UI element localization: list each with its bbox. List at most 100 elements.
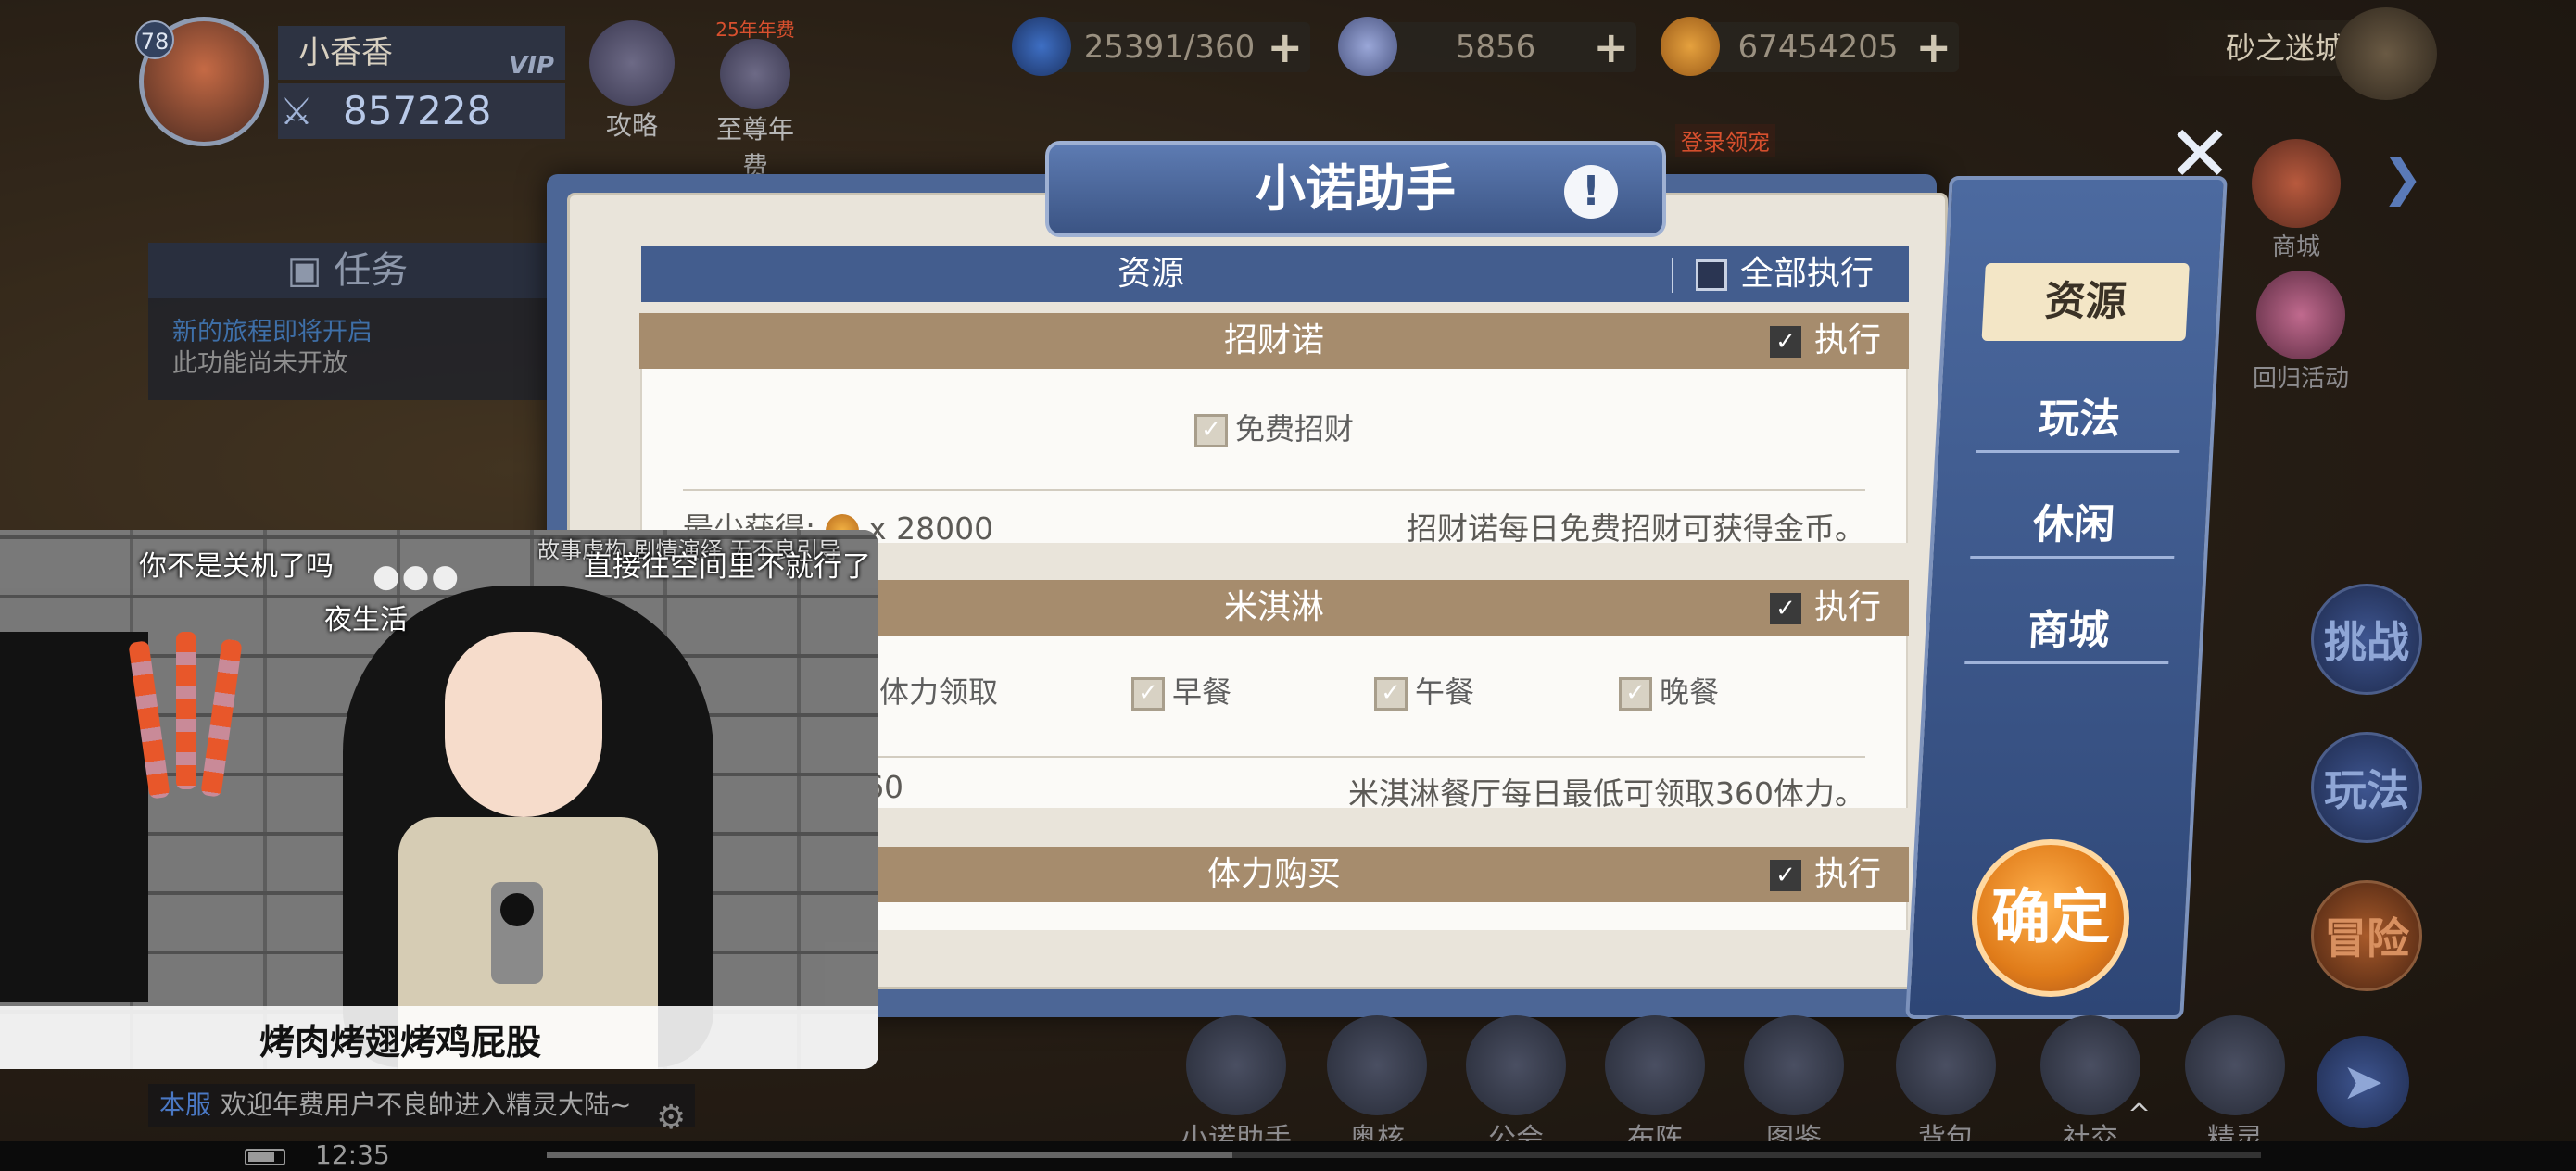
lunch-checkbox[interactable]: ✓ bbox=[1374, 677, 1408, 711]
resource-header-label: 资源 bbox=[1117, 255, 1184, 293]
gear-icon[interactable]: ⚙ bbox=[656, 1099, 686, 1137]
energy-counter[interactable]: 25391/360 + bbox=[1012, 17, 1310, 76]
min-gain-value: x 28000 bbox=[868, 510, 994, 547]
tab-gameplay[interactable]: 玩法 bbox=[1976, 385, 2183, 445]
quest-title: ▣ 任务 bbox=[148, 243, 547, 298]
annual-pass-badge: 25年年费 bbox=[715, 19, 795, 41]
login-reward-badge: 登录领宠 bbox=[1675, 124, 1775, 157]
bottom-nav-bag[interactable]: 背包 bbox=[1890, 1015, 2001, 1156]
assistant-icon bbox=[1186, 1015, 1286, 1115]
video-progress-fill bbox=[547, 1152, 1232, 1158]
bottom-nav-assistant[interactable]: 小诺助手 bbox=[1171, 1015, 1301, 1156]
execute-all-toggle[interactable]: 全部执行 bbox=[1696, 246, 1874, 302]
section-execute-checkbox[interactable]: ✓ bbox=[1769, 326, 1801, 358]
quest-line-1: 新的旅程即将开启 bbox=[172, 318, 373, 346]
free-fortune-option[interactable]: ✓ 免费招财 bbox=[1194, 406, 1354, 448]
lunch-option[interactable]: ✓ 午餐 bbox=[1374, 669, 1474, 711]
tab-shop[interactable]: 商城 bbox=[1965, 597, 2172, 656]
player-info[interactable]: 78 小香香 VIP 857228 ⚔ bbox=[135, 17, 565, 146]
caption-text: 烤肉烤翅烤鸡屁股 bbox=[259, 1022, 542, 1063]
skewer-icon bbox=[176, 632, 196, 789]
quest-title-text: 任务 bbox=[334, 249, 409, 292]
diamond-value: 5856 bbox=[1455, 29, 1536, 66]
breakfast-checkbox[interactable]: ✓ bbox=[1131, 677, 1165, 711]
section-execute-checkbox[interactable]: ✓ bbox=[1769, 860, 1801, 891]
player-name-plate: 小香香 VIP bbox=[278, 26, 565, 80]
confirm-button[interactable]: 确定 bbox=[1972, 839, 2129, 997]
bottom-nav-aohe[interactable]: 奥核 bbox=[1321, 1015, 1433, 1156]
quest-panel[interactable]: ▣ 任务 新的旅程即将开启 此功能尚未开放 bbox=[148, 243, 547, 400]
shop-shortcut-label: 商城 bbox=[2271, 233, 2320, 261]
add-energy-button[interactable]: + bbox=[1267, 22, 1303, 72]
return-event-shortcut[interactable]: 回归活动 bbox=[2241, 271, 2361, 394]
face bbox=[445, 632, 602, 817]
bottom-nav-codex[interactable]: 图鉴 bbox=[1738, 1015, 1850, 1156]
dinner-option[interactable]: ✓ 晚餐 bbox=[1619, 669, 1719, 711]
dark-shelf bbox=[0, 632, 148, 1002]
section-execute-toggle[interactable]: ✓ 执行 bbox=[1769, 580, 1881, 636]
bottom-nav-guild[interactable]: 公会 bbox=[1460, 1015, 1572, 1156]
execute-all-checkbox[interactable] bbox=[1696, 259, 1727, 291]
annual-pass-icon bbox=[720, 39, 790, 109]
subtitle-middle: 夜生活 bbox=[324, 604, 408, 636]
section-note: 米淇淋餐厅每日最低可领取360体力。 bbox=[1348, 775, 1865, 812]
diamond-icon bbox=[1338, 17, 1397, 76]
section-execute-toggle[interactable]: ✓ 执行 bbox=[1769, 847, 1881, 902]
expand-arrow-icon[interactable]: ❯ bbox=[2381, 148, 2423, 207]
bottom-nav-social[interactable]: 社交 bbox=[2035, 1015, 2146, 1156]
resource-header: 资源 全部执行 bbox=[641, 246, 1909, 302]
challenge-button[interactable]: 挑战 bbox=[2311, 584, 2422, 695]
section-execute-toggle[interactable]: ✓ 执行 bbox=[1769, 313, 1881, 369]
tab-resources[interactable]: 资源 bbox=[1981, 263, 2190, 341]
guide-label: 攻略 bbox=[605, 110, 658, 141]
bottom-nav-spirit[interactable]: 精灵 bbox=[2179, 1015, 2291, 1156]
shop-shortcut[interactable]: 商城 bbox=[2241, 139, 2352, 262]
typing-dots: ●●● bbox=[373, 558, 461, 595]
shop-icon bbox=[2252, 139, 2341, 228]
section-title: 米淇淋 bbox=[1223, 588, 1324, 626]
subtitle-top-right: 直接往空间里不就行了 bbox=[584, 550, 871, 584]
location-map-icon[interactable] bbox=[2335, 7, 2437, 100]
free-fortune-checkbox[interactable]: ✓ bbox=[1194, 414, 1228, 447]
world-chat[interactable]: 本服 欢迎年费用户不良帥进入精灵大陆~ bbox=[148, 1084, 695, 1127]
energy-value: 25391/360 bbox=[1083, 29, 1256, 66]
breakfast-option[interactable]: ✓ 早餐 bbox=[1131, 669, 1231, 711]
player-level-badge: 78 bbox=[135, 20, 174, 59]
gold-counter[interactable]: 67454205 + bbox=[1661, 17, 1959, 76]
codex-icon bbox=[1744, 1015, 1844, 1115]
tab-leisure[interactable]: 休闲 bbox=[1971, 491, 2178, 550]
section-execute-label: 执行 bbox=[1813, 588, 1881, 626]
section-header-zhaocai: 招财诺 ✓ 执行 bbox=[639, 313, 1909, 369]
diamond-counter[interactable]: 5856 + bbox=[1338, 17, 1636, 76]
coin-icon bbox=[1661, 17, 1720, 76]
info-icon[interactable]: ! bbox=[1564, 165, 1618, 219]
add-gold-button[interactable]: + bbox=[1915, 22, 1951, 72]
quest-calendar-icon: ▣ bbox=[286, 249, 335, 292]
caret-up-icon: ^ bbox=[2128, 1099, 2152, 1131]
chat-message: 欢迎年费用户不良帥进入精灵大陆~ bbox=[221, 1089, 632, 1120]
gameplay-button[interactable]: 玩法 bbox=[2311, 732, 2422, 843]
video-progress-bar[interactable] bbox=[547, 1152, 2261, 1158]
add-diamond-button[interactable]: + bbox=[1593, 22, 1629, 72]
bag-icon bbox=[1896, 1015, 1996, 1115]
annual-pass-label: 至尊年费 bbox=[715, 114, 794, 182]
guide-book-icon bbox=[589, 20, 675, 106]
video-overlay: 你不是关机了吗 ●●● 故事虚构 剧情演绎 无不良引导 直接往空间里不就行了 夜… bbox=[0, 530, 878, 1069]
core-icon bbox=[1327, 1015, 1427, 1115]
subtitle-top-left: 你不是关机了吗 bbox=[139, 550, 334, 583]
next-arrow-icon[interactable]: ➤ bbox=[2317, 1036, 2409, 1128]
lunch-label: 午餐 bbox=[1415, 674, 1475, 710]
bottom-nav-formation[interactable]: 布阵 bbox=[1599, 1015, 1711, 1156]
annual-pass-button[interactable]: 25年年费 至尊年费 bbox=[704, 20, 806, 183]
section-title: 体力购买 bbox=[1206, 855, 1341, 893]
battery-icon bbox=[245, 1149, 285, 1165]
crossed-swords-icon: ⚔ bbox=[280, 91, 313, 133]
dialog-title: 小诺助手 bbox=[1256, 159, 1456, 218]
guide-button[interactable]: 攻略 bbox=[586, 20, 678, 143]
quest-line-2: 此功能尚未开放 bbox=[172, 349, 347, 378]
adventure-button[interactable]: 冒险 bbox=[2311, 880, 2422, 991]
section-execute-checkbox[interactable]: ✓ bbox=[1769, 593, 1801, 624]
dinner-checkbox[interactable]: ✓ bbox=[1619, 677, 1652, 711]
tab-divider bbox=[1970, 556, 2175, 559]
chat-channel-tag: 本服 bbox=[159, 1089, 212, 1120]
